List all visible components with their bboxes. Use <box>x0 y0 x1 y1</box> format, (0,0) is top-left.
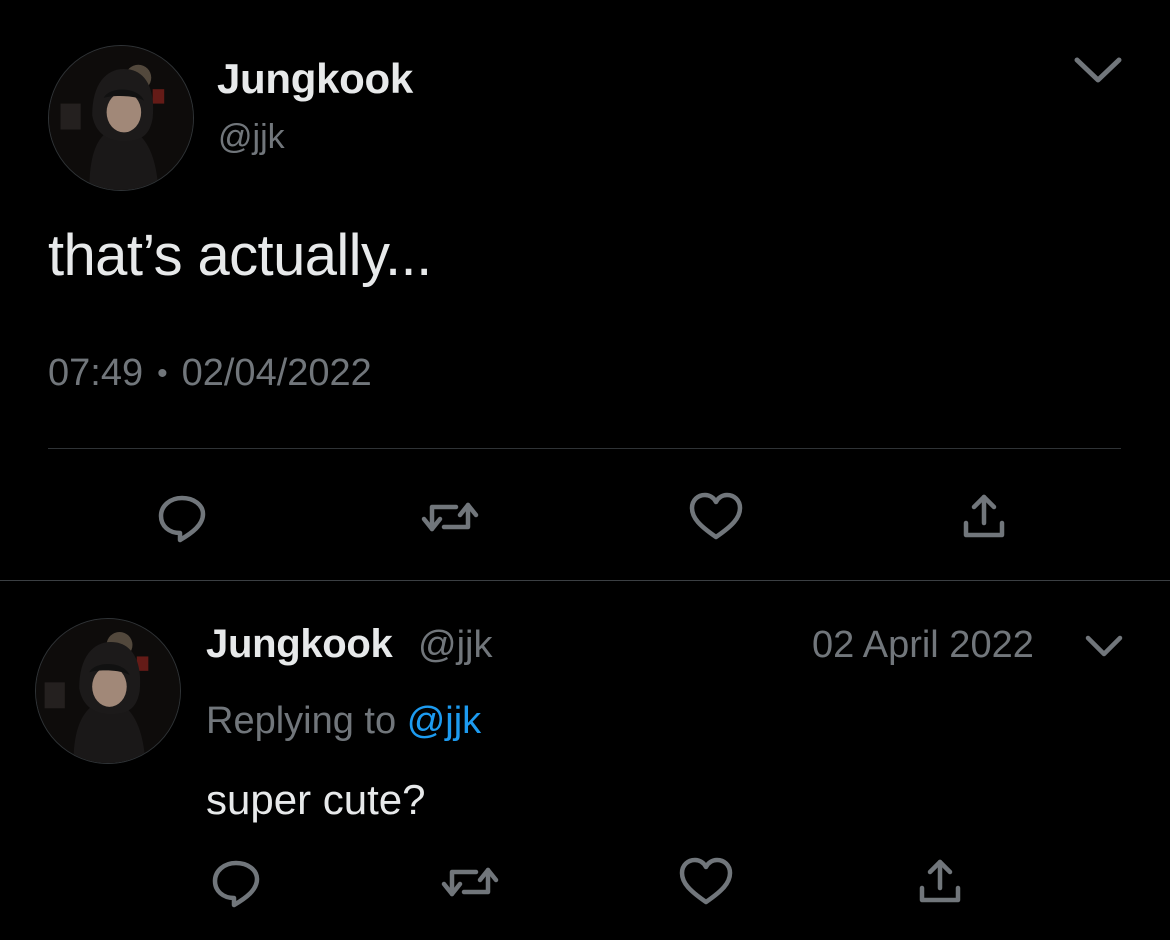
divider <box>48 448 1121 449</box>
share-button[interactable] <box>908 850 972 914</box>
retweet-button[interactable] <box>418 485 482 549</box>
tweet-date[interactable]: 02 April 2022 <box>812 624 1034 667</box>
display-name[interactable]: Jungkook <box>217 55 413 103</box>
like-icon <box>679 857 733 905</box>
like-icon <box>689 492 743 540</box>
profile-photo-icon <box>49 46 193 190</box>
replying-to: Replying to @jjk <box>206 700 481 743</box>
share-button[interactable] <box>952 485 1016 549</box>
display-name[interactable]: Jungkook <box>206 622 393 667</box>
retweet-button[interactable] <box>438 850 502 914</box>
reply-icon <box>158 495 206 543</box>
user-handle[interactable]: @jjk <box>218 118 285 157</box>
reply-avatar[interactable] <box>35 618 181 764</box>
share-icon <box>963 494 1005 538</box>
reply-button[interactable] <box>150 485 214 549</box>
meta-separator: • <box>157 356 168 390</box>
like-button[interactable] <box>684 485 748 549</box>
replying-to-label: Replying to <box>206 700 397 742</box>
tweet-time[interactable]: 07:49 <box>48 352 143 395</box>
replying-to-mention[interactable]: @jjk <box>407 700 481 742</box>
share-icon <box>919 859 961 903</box>
profile-photo-icon <box>36 619 180 763</box>
tweet-timestamp[interactable]: 07:49 • 02/04/2022 <box>48 352 372 395</box>
tweet-text: that’s actually... <box>48 223 432 288</box>
like-button[interactable] <box>674 850 738 914</box>
main-avatar[interactable] <box>48 45 194 191</box>
retweet-icon <box>441 867 499 897</box>
reply-icon <box>212 860 260 908</box>
tweet-date[interactable]: 02/04/2022 <box>182 352 372 395</box>
retweet-icon <box>421 502 479 532</box>
more-options-chevron-icon[interactable] <box>1083 632 1125 660</box>
tweet-text: super cute? <box>206 776 426 823</box>
section-divider <box>0 580 1170 581</box>
reply-button[interactable] <box>204 850 268 914</box>
user-handle[interactable]: @jjk <box>418 624 492 667</box>
more-options-chevron-icon[interactable] <box>1071 52 1125 86</box>
